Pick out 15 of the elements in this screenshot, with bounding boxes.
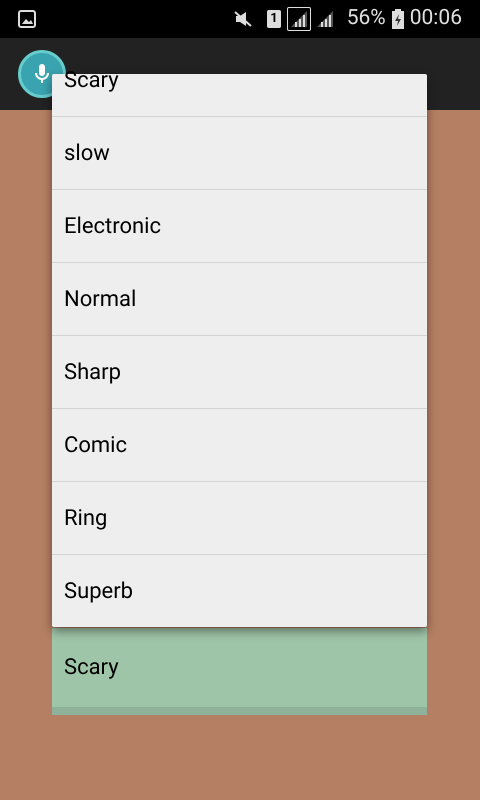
spinner[interactable]: Scary (52, 628, 427, 715)
dropdown-item[interactable]: Normal (52, 262, 427, 335)
battery-icon (392, 9, 404, 29)
mute-icon (233, 9, 254, 29)
dropdown-item[interactable]: Superb (52, 554, 427, 627)
sim-badge: 1 (267, 10, 281, 28)
dropdown-item[interactable]: Electronic (52, 189, 427, 262)
dropdown-item[interactable]: Ring (52, 481, 427, 554)
dropdown-item[interactable]: Sharp (52, 335, 427, 408)
dropdown-item[interactable]: slow (52, 116, 427, 189)
dropdown-item[interactable]: Comic (52, 408, 427, 481)
battery-percent: 56% (346, 5, 386, 32)
signal-icon (314, 9, 335, 29)
image-icon (18, 10, 36, 28)
clock: 00:06 (410, 5, 462, 32)
